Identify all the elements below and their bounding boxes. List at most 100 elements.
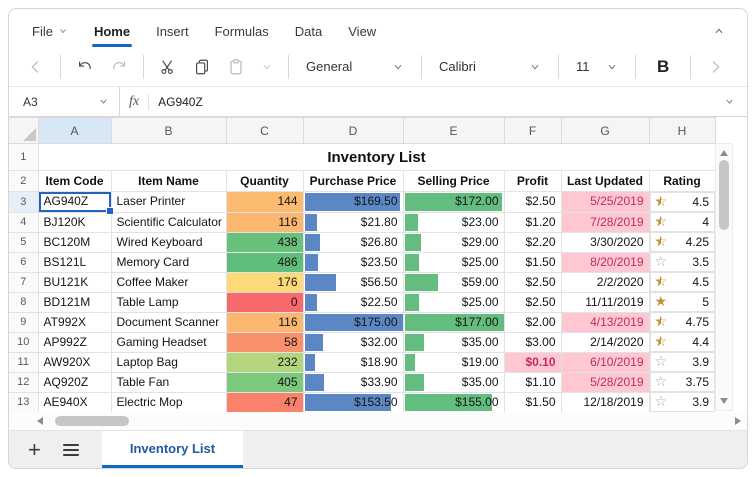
cell-D3[interactable]: $169.50 bbox=[303, 192, 403, 213]
redo-button[interactable] bbox=[102, 53, 136, 81]
font-size-dropdown[interactable]: 11 bbox=[566, 52, 628, 82]
ribbon-scroll-right-button[interactable] bbox=[698, 53, 732, 81]
paste-button[interactable] bbox=[219, 53, 253, 81]
cell-F9[interactable]: $2.00 bbox=[504, 312, 561, 332]
row-header-2[interactable]: 2 bbox=[9, 171, 38, 192]
column-header-A[interactable]: A bbox=[38, 118, 111, 144]
cell-F2[interactable]: Profit bbox=[504, 171, 561, 192]
cell-G11[interactable]: 6/10/2019 bbox=[561, 352, 649, 372]
bold-button[interactable]: B bbox=[643, 52, 683, 82]
add-sheet-button[interactable]: + bbox=[9, 431, 52, 468]
cell-A9[interactable]: AT992X bbox=[38, 312, 111, 332]
column-header-G[interactable]: G bbox=[561, 118, 649, 144]
horizontal-scrollbar-thumb[interactable] bbox=[55, 416, 129, 426]
cell-C8[interactable]: 0 bbox=[226, 292, 303, 312]
formula-input[interactable]: AG940Z bbox=[149, 95, 712, 109]
cell-G4[interactable]: 7/28/2019 bbox=[561, 212, 649, 232]
cell-F10[interactable]: $3.00 bbox=[504, 332, 561, 352]
row-header-3[interactable]: 3 bbox=[9, 192, 38, 213]
cell-G5[interactable]: 3/30/2020 bbox=[561, 232, 649, 252]
cell-B2[interactable]: Item Name bbox=[111, 171, 226, 192]
menu-formulas[interactable]: Formulas bbox=[202, 15, 282, 47]
cell-E5[interactable]: $29.00 bbox=[403, 232, 504, 252]
cell-E3[interactable]: $172.00 bbox=[403, 192, 504, 213]
cell-A8[interactable]: BD121M bbox=[38, 292, 111, 312]
cell-F6[interactable]: $1.50 bbox=[504, 252, 561, 272]
cell-D8[interactable]: $22.50 bbox=[303, 292, 403, 312]
sheet-tab-inventory-list[interactable]: Inventory List bbox=[102, 431, 243, 468]
cell-G6[interactable]: 8/20/2019 bbox=[561, 252, 649, 272]
cell-F8[interactable]: $2.50 bbox=[504, 292, 561, 312]
cell-H12[interactable]: ☆3.75 bbox=[650, 372, 716, 392]
cell-H11[interactable]: ☆3.9 bbox=[650, 352, 716, 372]
row-header-9[interactable]: 9 bbox=[9, 312, 38, 332]
cell-H4[interactable]: ☆★4 bbox=[650, 212, 716, 232]
horizontal-scrollbar[interactable] bbox=[9, 412, 747, 430]
column-header-D[interactable]: D bbox=[303, 118, 403, 144]
paste-options-dropdown[interactable] bbox=[253, 56, 281, 78]
number-format-dropdown[interactable]: General bbox=[296, 52, 414, 82]
cell-A7[interactable]: BU121K bbox=[38, 272, 111, 292]
cell-G2[interactable]: Last Updated bbox=[561, 171, 649, 192]
cell-A11[interactable]: AW920X bbox=[38, 352, 111, 372]
cell-A3[interactable]: AG940Z bbox=[38, 192, 111, 213]
scroll-left-icon[interactable] bbox=[37, 417, 43, 425]
cell-H6[interactable]: ☆3.5 bbox=[650, 252, 716, 272]
cell-title-A1[interactable]: Inventory List bbox=[38, 144, 715, 171]
cell-D6[interactable]: $23.50 bbox=[303, 252, 403, 272]
cell-H13[interactable]: ☆3.9 bbox=[650, 392, 716, 412]
cell-H7[interactable]: ☆★4.5 bbox=[650, 272, 716, 292]
column-header-H[interactable]: H bbox=[649, 118, 715, 144]
row-header-12[interactable]: 12 bbox=[9, 372, 38, 392]
cell-C4[interactable]: 116 bbox=[226, 212, 303, 232]
cell-E9[interactable]: $177.00 bbox=[403, 312, 504, 332]
cell-C3[interactable]: 144 bbox=[226, 192, 303, 213]
menu-insert[interactable]: Insert bbox=[143, 15, 202, 47]
cell-B6[interactable]: Memory Card bbox=[111, 252, 226, 272]
cell-H8[interactable]: ★5 bbox=[650, 292, 716, 312]
cell-D12[interactable]: $33.90 bbox=[303, 372, 403, 392]
cell-C12[interactable]: 405 bbox=[226, 372, 303, 392]
cell-F13[interactable]: $1.50 bbox=[504, 392, 561, 412]
cell-G13[interactable]: 12/18/2019 bbox=[561, 392, 649, 412]
cell-E6[interactable]: $25.00 bbox=[403, 252, 504, 272]
row-header-11[interactable]: 11 bbox=[9, 352, 38, 372]
cell-D11[interactable]: $18.90 bbox=[303, 352, 403, 372]
cell-A5[interactable]: BC120M bbox=[38, 232, 111, 252]
expand-formula-bar-button[interactable] bbox=[712, 96, 747, 107]
column-header-C[interactable]: C bbox=[226, 118, 303, 144]
scroll-right-icon[interactable] bbox=[735, 417, 741, 425]
cell-F3[interactable]: $2.50 bbox=[504, 192, 561, 213]
cell-G3[interactable]: 5/25/2019 bbox=[561, 192, 649, 213]
font-name-dropdown[interactable]: Calibri bbox=[429, 52, 551, 82]
cell-F4[interactable]: $1.20 bbox=[504, 212, 561, 232]
cell-H3[interactable]: ☆★4.5 bbox=[650, 192, 716, 212]
cell-B3[interactable]: Laser Printer bbox=[111, 192, 226, 213]
cell-E12[interactable]: $35.00 bbox=[403, 372, 504, 392]
cell-A12[interactable]: AQ920Z bbox=[38, 372, 111, 392]
vertical-scrollbar-thumb[interactable] bbox=[719, 160, 729, 230]
cell-F12[interactable]: $1.10 bbox=[504, 372, 561, 392]
cell-H10[interactable]: ☆★4.4 bbox=[650, 332, 716, 352]
cell-B7[interactable]: Coffee Maker bbox=[111, 272, 226, 292]
row-header-1[interactable]: 1 bbox=[9, 144, 38, 171]
cell-F5[interactable]: $2.20 bbox=[504, 232, 561, 252]
cell-E8[interactable]: $25.00 bbox=[403, 292, 504, 312]
menu-home[interactable]: Home bbox=[81, 15, 143, 47]
cell-B11[interactable]: Laptop Bag bbox=[111, 352, 226, 372]
column-header-F[interactable]: F bbox=[504, 118, 561, 144]
cell-C11[interactable]: 232 bbox=[226, 352, 303, 372]
cell-D10[interactable]: $32.00 bbox=[303, 332, 403, 352]
cut-button[interactable] bbox=[151, 53, 185, 81]
cell-F11[interactable]: $0.10 bbox=[504, 352, 561, 372]
cell-H2[interactable]: Rating bbox=[649, 171, 715, 192]
cell-B9[interactable]: Document Scanner bbox=[111, 312, 226, 332]
cell-A13[interactable]: AE940X bbox=[38, 392, 111, 412]
cell-B12[interactable]: Table Fan bbox=[111, 372, 226, 392]
ribbon-scroll-left-button[interactable] bbox=[19, 53, 53, 81]
cell-G8[interactable]: 11/11/2019 bbox=[561, 292, 649, 312]
select-all-button[interactable] bbox=[9, 118, 38, 144]
cell-D13[interactable]: $153.50 bbox=[303, 392, 403, 412]
row-header-5[interactable]: 5 bbox=[9, 232, 38, 252]
cell-B13[interactable]: Electric Mop bbox=[111, 392, 226, 412]
